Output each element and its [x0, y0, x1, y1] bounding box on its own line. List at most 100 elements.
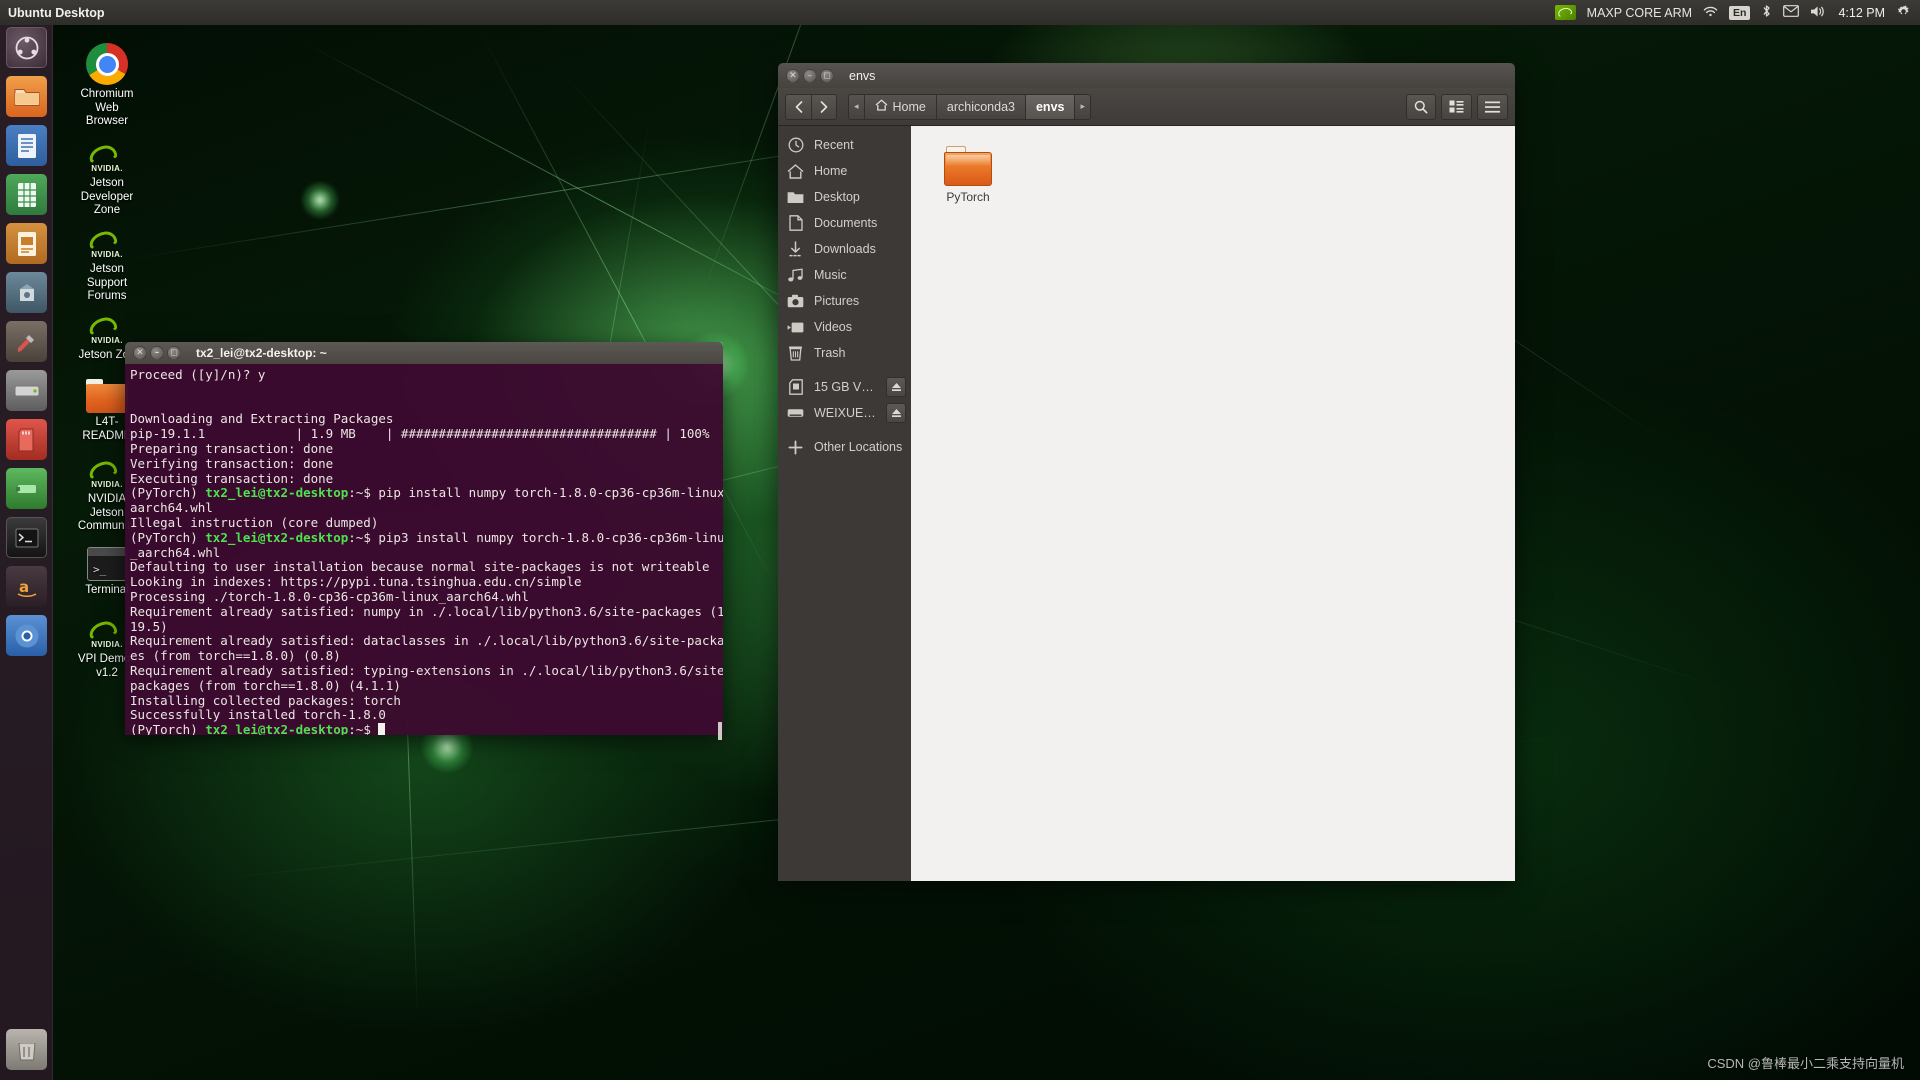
launcher-item-libreoffice-calc[interactable] — [6, 174, 47, 215]
breadcrumb-scroll-left[interactable]: ◂ — [848, 94, 864, 120]
terminal-window[interactable]: ✕ – ◻ tx2_lei@tx2-desktop: ~ Proceed ([y… — [125, 342, 723, 735]
trash-icon — [787, 345, 804, 362]
home-icon — [875, 99, 888, 114]
file-manager-maximize-button[interactable]: ◻ — [820, 69, 834, 83]
breadcrumb-label: archiconda3 — [947, 100, 1015, 114]
file-manager-content[interactable]: PyTorch — [911, 126, 1515, 881]
breadcrumb-archiconda3[interactable]: archiconda3 — [936, 94, 1025, 120]
sidebar-item-pictures[interactable]: Pictures — [778, 288, 911, 314]
file-manager-window[interactable]: ✕ – ◻ envs ◂ Home archiconda3 envs ▸ — [778, 63, 1515, 881]
launcher-item-libreoffice-writer[interactable] — [6, 125, 47, 166]
sidebar-item-other-locations[interactable]: Other Locations — [778, 434, 911, 460]
back-button[interactable] — [785, 94, 811, 120]
terminal-line: Successfully installed torch-1.8.0 — [127, 708, 723, 723]
launcher-item-disk-drive[interactable] — [6, 370, 47, 411]
terminal-line: aarch64.whl — [127, 501, 723, 516]
sidebar-divider — [778, 366, 911, 374]
launcher-item-sd-card[interactable] — [6, 419, 47, 460]
desktop-icon-jetson-developer-zone[interactable]: NVIDIA. JetsonDeveloperZone — [59, 124, 155, 218]
breadcrumb-envs[interactable]: envs — [1025, 94, 1075, 120]
file-item-pytorch[interactable]: PyTorch — [925, 140, 1011, 204]
breadcrumb-label: ▸ — [1080, 101, 1085, 112]
eject-icon[interactable] — [886, 403, 906, 423]
sidebar-item-music[interactable]: Music — [778, 262, 911, 288]
launcher-item-dash-home[interactable] — [6, 27, 47, 68]
launcher-item-ubuntu-software[interactable] — [6, 272, 47, 313]
eject-icon[interactable] — [886, 377, 906, 397]
launcher-item-system-settings[interactable] — [6, 321, 47, 362]
nvidia-indicator-label[interactable]: MAXP CORE ARM — [1587, 6, 1692, 20]
terminal-line: Executing transaction: done — [127, 472, 723, 487]
mail-icon[interactable] — [1783, 5, 1799, 20]
nvidia-indicator-icon[interactable] — [1555, 5, 1576, 20]
launcher-item-libreoffice-impress[interactable] — [6, 223, 47, 264]
sidebar-item-documents[interactable]: Documents — [778, 210, 911, 236]
file-manager-minimize-button[interactable]: – — [803, 69, 817, 83]
launcher-item-terminal[interactable] — [6, 517, 47, 558]
sidebar-item-label: Recent — [814, 138, 854, 152]
hamburger-menu-button[interactable] — [1477, 94, 1508, 120]
svg-text:a: a — [19, 578, 29, 596]
terminal-line: Requirement already satisfied: dataclass… — [127, 634, 723, 649]
wifi-icon[interactable] — [1703, 5, 1718, 21]
sidebar-item-recent[interactable]: Recent — [778, 132, 911, 158]
terminal-maximize-button[interactable]: ◻ — [167, 346, 181, 360]
file-manager-toolbar: ◂ Home archiconda3 envs ▸ — [778, 88, 1515, 126]
terminal-line: Requirement already satisfied: numpy in … — [127, 605, 723, 620]
terminal-line: Looking in indexes: https://pypi.tuna.ts… — [127, 575, 723, 590]
volume-icon[interactable] — [1810, 5, 1827, 21]
document-icon — [787, 215, 804, 232]
toolbar-right-buttons — [1406, 94, 1508, 120]
keyboard-layout-indicator[interactable]: En — [1729, 6, 1750, 20]
breadcrumb-label: Home — [893, 100, 926, 114]
breadcrumb-label: envs — [1036, 100, 1065, 114]
sidebar-item-trash[interactable]: Trash — [778, 340, 911, 366]
breadcrumb: ◂ Home archiconda3 envs ▸ — [848, 94, 1091, 120]
plus-icon — [787, 439, 804, 456]
terminal-line: Preparing transaction: done — [127, 442, 723, 457]
breadcrumb-scroll-right[interactable]: ▸ — [1074, 94, 1091, 120]
terminal-output[interactable]: Proceed ([y]/n)? y Downloading and Extra… — [125, 364, 723, 735]
sidebar-item-desktop[interactable]: Desktop — [778, 184, 911, 210]
bluetooth-icon[interactable] — [1761, 4, 1772, 21]
terminal-close-button[interactable]: ✕ — [133, 346, 147, 360]
nvidia-logo-icon: NVIDIA. — [59, 124, 155, 174]
launcher-item-chromium[interactable] — [6, 615, 47, 656]
panel-clock[interactable]: 4:12 PM — [1838, 6, 1885, 20]
sidebar-item-downloads[interactable]: Downloads — [778, 236, 911, 262]
desktop-label[interactable]: Ubuntu Desktop — [8, 6, 105, 20]
search-button[interactable] — [1406, 94, 1436, 120]
desktop-icon-chromium-web-browser[interactable]: ChromiumWebBrowser — [59, 35, 155, 129]
sidebar-item-videos[interactable]: Videos — [778, 314, 911, 340]
clock-icon — [787, 137, 804, 154]
launcher-item-trash[interactable] — [6, 1029, 47, 1070]
launcher-item-files[interactable] — [6, 76, 47, 117]
forward-button[interactable] — [811, 94, 837, 120]
breadcrumb-home[interactable]: Home — [864, 94, 936, 120]
terminal-line: pip-19.1.1 | 1.9 MB | ##################… — [127, 427, 723, 442]
file-manager-title-text: envs — [849, 69, 875, 83]
desktop-icon-jetson-support-forums[interactable]: NVIDIA. JetsonSupportForums — [59, 210, 155, 304]
camera-icon — [787, 293, 804, 310]
sidebar-item-15gb-volume[interactable]: 15 GB V… — [778, 374, 911, 400]
sidebar-item-weixue-volume[interactable]: WEIXUE… — [778, 400, 911, 426]
chromium-icon — [59, 35, 155, 85]
launcher-item-amazon[interactable]: a — [6, 566, 47, 607]
terminal-titlebar[interactable]: ✕ – ◻ tx2_lei@tx2-desktop: ~ — [125, 342, 723, 364]
terminal-minimize-button[interactable]: – — [150, 346, 164, 360]
terminal-line: (PyTorch) tx2_lei@tx2-desktop:~$ — [127, 723, 723, 735]
file-manager-titlebar[interactable]: ✕ – ◻ envs — [778, 63, 1515, 88]
sidebar-item-label: Desktop — [814, 190, 860, 204]
terminal-line — [127, 398, 723, 413]
launcher-item-usb-drive[interactable] — [6, 468, 47, 509]
sidebar-item-label: WEIXUE… — [814, 406, 876, 420]
terminal-line: (PyTorch) tx2_lei@tx2-desktop:~$ pip ins… — [127, 486, 723, 501]
navigation-buttons — [785, 94, 837, 120]
view-toggle-button[interactable] — [1441, 94, 1472, 120]
drive-icon — [787, 405, 804, 422]
terminal-line: Requirement already satisfied: typing-ex… — [127, 664, 723, 679]
gear-icon[interactable] — [1896, 4, 1911, 22]
terminal-scrollbar[interactable] — [718, 722, 722, 740]
file-manager-close-button[interactable]: ✕ — [786, 69, 800, 83]
sidebar-item-home[interactable]: Home — [778, 158, 911, 184]
